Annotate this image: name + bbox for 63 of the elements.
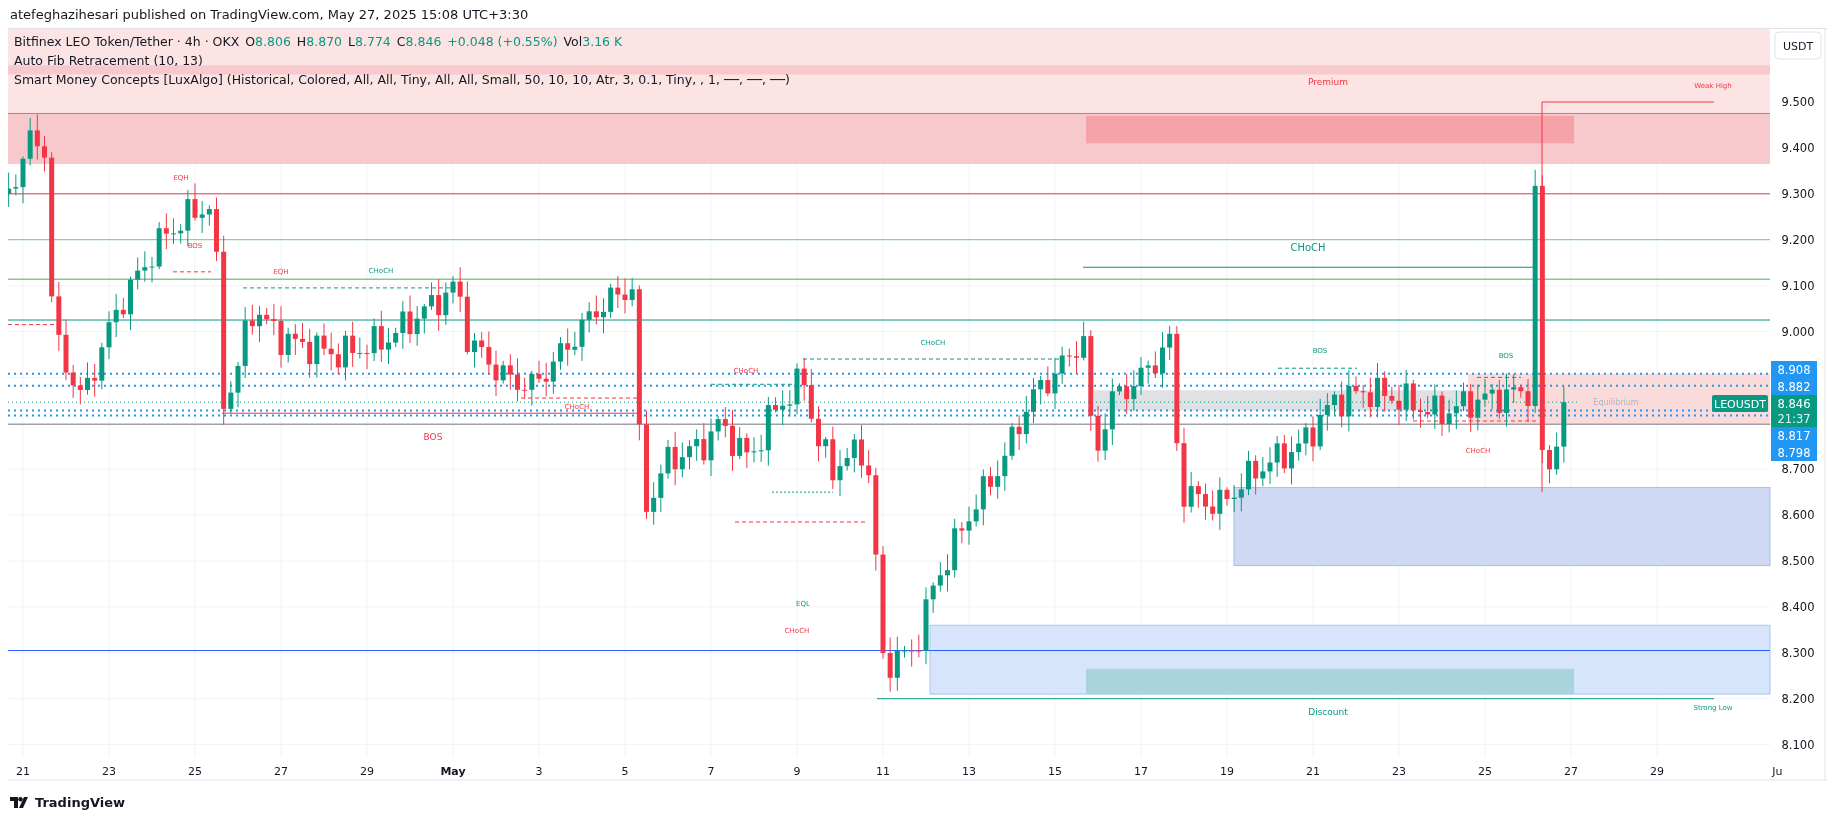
time-tick: 23: [1392, 765, 1406, 778]
price-tick: 9.000: [1781, 324, 1815, 339]
price-level-tag: 8.817: [1771, 427, 1817, 444]
price-tick: 9.500: [1781, 95, 1815, 109]
indicator-title: Smart Money Concepts [LuxAlgo] (Historical, Colored, All, All, Tiny, All, All, Small, 50, 10, 10, Atr, 3, 0.1, Tiny, , 1, ──, ──, ──): [14, 72, 790, 87]
publisher-note: atefeghazihesari published on TradingView.com, May 27, 2025 15:08 UTC+3:30: [10, 6, 529, 22]
price-tick: 8.300: [1781, 645, 1815, 660]
ohlc-value: 8.846: [405, 34, 442, 49]
time-tick: 27: [274, 765, 288, 778]
time-tick: 25: [188, 765, 202, 778]
ohlc-value: 8.870: [306, 34, 343, 49]
price-change: +0.048 (+0.55%): [447, 34, 558, 49]
currency-button[interactable]: USDT: [1774, 31, 1822, 60]
ohlc-key: O: [245, 34, 256, 49]
tradingview-logo-icon: [10, 796, 30, 808]
chart-label: Equilibrium: [1593, 398, 1639, 407]
volume-value: 3.16 K: [582, 34, 623, 49]
time-tick: 29: [360, 765, 374, 778]
brand-name: TradingView: [35, 794, 126, 810]
chart-label: BOS: [423, 432, 443, 442]
time-tick: 17: [1134, 765, 1148, 778]
time-tick: May: [440, 765, 466, 778]
price-tick: 8.500: [1781, 554, 1815, 568]
time-tick: 27: [1564, 765, 1578, 778]
price-tick: 8.100: [1781, 737, 1815, 752]
time-tick: 29: [1650, 765, 1664, 778]
time-tick: 7: [707, 765, 715, 778]
price-tick: 8.200: [1781, 691, 1815, 706]
symbol-tag: LEOUSDT: [1712, 395, 1768, 412]
price-tick: 9.100: [1781, 278, 1815, 293]
time-tick: 23: [102, 765, 116, 778]
time-tick: Ju: [1772, 765, 1783, 778]
indicator-title: Auto Fib Retracement (10, 13): [14, 53, 203, 68]
ohlc-key: L: [348, 34, 356, 49]
time-tick: 19: [1220, 765, 1234, 778]
price-tick: 9.300: [1781, 186, 1815, 201]
chart-label: Discount: [1308, 707, 1348, 717]
ohlc-key: H: [296, 34, 307, 49]
time-tick: 11: [876, 765, 890, 778]
time-tick: 25: [1478, 765, 1492, 778]
time-tick: 13: [962, 765, 976, 778]
price-level-tag: 8.908: [1771, 361, 1817, 378]
price-tick: 9.400: [1781, 140, 1815, 155]
time-tick: 5: [621, 765, 629, 778]
price-level-tag: 8.882: [1771, 378, 1817, 395]
ohlc-value: 8.806: [255, 34, 291, 49]
time-tick: 3: [535, 765, 543, 778]
chart-label: CHoCH: [1290, 242, 1326, 253]
ohlc-value: 8.774: [355, 34, 391, 49]
time-tick: 15: [1048, 765, 1062, 778]
price-tick: 8.600: [1781, 508, 1815, 523]
symbol-title: Bitfinex LEO Token/Tether · 4h · OKX: [14, 34, 240, 49]
volume-key: Vol: [563, 34, 583, 49]
time-tick: 21: [16, 765, 30, 778]
price-level-tag: 8.798: [1771, 444, 1817, 461]
price-tick: 8.400: [1781, 599, 1815, 614]
ohlc-key: C: [396, 34, 406, 49]
price-tick: 9.200: [1781, 232, 1815, 247]
last-price-tag: 8.846 21:37: [1771, 395, 1817, 427]
chart-label: Premium: [1307, 77, 1349, 87]
time-tick: 21: [1306, 765, 1320, 778]
price-tick: 8.700: [1781, 462, 1815, 477]
time-tick: 9: [793, 765, 801, 778]
